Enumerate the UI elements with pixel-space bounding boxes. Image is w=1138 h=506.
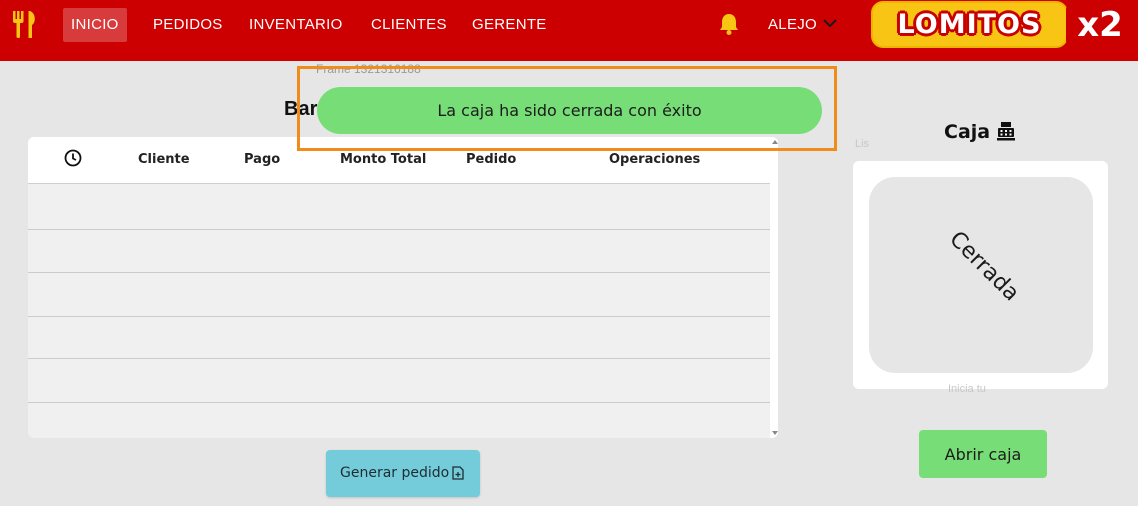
faint-label-bottom: Inicia tu bbox=[948, 383, 986, 395]
utensils-icon[interactable] bbox=[10, 9, 38, 39]
generate-order-button[interactable]: Generar pedido bbox=[326, 450, 480, 497]
top-navbar: INICIO PEDIDOS INVENTARIO CLIENTES GEREN… bbox=[0, 0, 1138, 61]
nav-item-inventario[interactable]: INVENTARIO bbox=[249, 8, 343, 42]
column-pedido: Pedido bbox=[466, 152, 517, 167]
document-plus-icon bbox=[452, 466, 464, 480]
table-row[interactable] bbox=[28, 184, 770, 230]
chevron-down-icon[interactable] bbox=[822, 16, 838, 30]
table-row[interactable] bbox=[28, 403, 770, 438]
column-pago: Pago bbox=[244, 152, 281, 167]
brand-logo: LOMITOS bbox=[871, 1, 1068, 48]
table-row[interactable] bbox=[28, 359, 770, 403]
faint-label-top: Lis bbox=[855, 138, 870, 150]
brand-x2-badge: x2 bbox=[1066, 0, 1134, 50]
column-monto-total: Monto Total bbox=[340, 152, 427, 167]
table-row[interactable] bbox=[28, 230, 770, 273]
toast-message: La caja ha sido cerrada con éxito bbox=[317, 87, 822, 134]
cash-register-icon bbox=[997, 122, 1015, 141]
nav-item-inicio[interactable]: INICIO bbox=[63, 8, 127, 42]
column-operaciones: Operaciones bbox=[609, 152, 701, 167]
nav-item-gerente[interactable]: GERENTE bbox=[472, 8, 547, 42]
orders-table: Cliente Pago Monto Total Pedido Operacio… bbox=[28, 137, 778, 438]
user-menu-name[interactable]: ALEJO bbox=[768, 8, 817, 42]
table-scrollbar[interactable] bbox=[770, 137, 778, 438]
caja-title: Caja bbox=[944, 121, 991, 143]
table-row[interactable] bbox=[28, 273, 770, 317]
nav-item-clientes[interactable]: CLIENTES bbox=[371, 8, 447, 42]
clock-icon bbox=[64, 149, 82, 167]
open-register-button[interactable]: Abrir caja bbox=[919, 430, 1047, 478]
scroll-down-arrow[interactable] bbox=[772, 431, 778, 435]
nav-item-pedidos[interactable]: PEDIDOS bbox=[153, 8, 223, 42]
table-row[interactable] bbox=[28, 317, 770, 359]
column-cliente: Cliente bbox=[138, 152, 190, 167]
bell-icon[interactable] bbox=[718, 12, 740, 36]
brand-logo-text: LOMITOS bbox=[897, 9, 1042, 40]
brand-x2-text: x2 bbox=[1077, 5, 1123, 45]
generate-order-label: Generar pedido bbox=[340, 465, 450, 481]
